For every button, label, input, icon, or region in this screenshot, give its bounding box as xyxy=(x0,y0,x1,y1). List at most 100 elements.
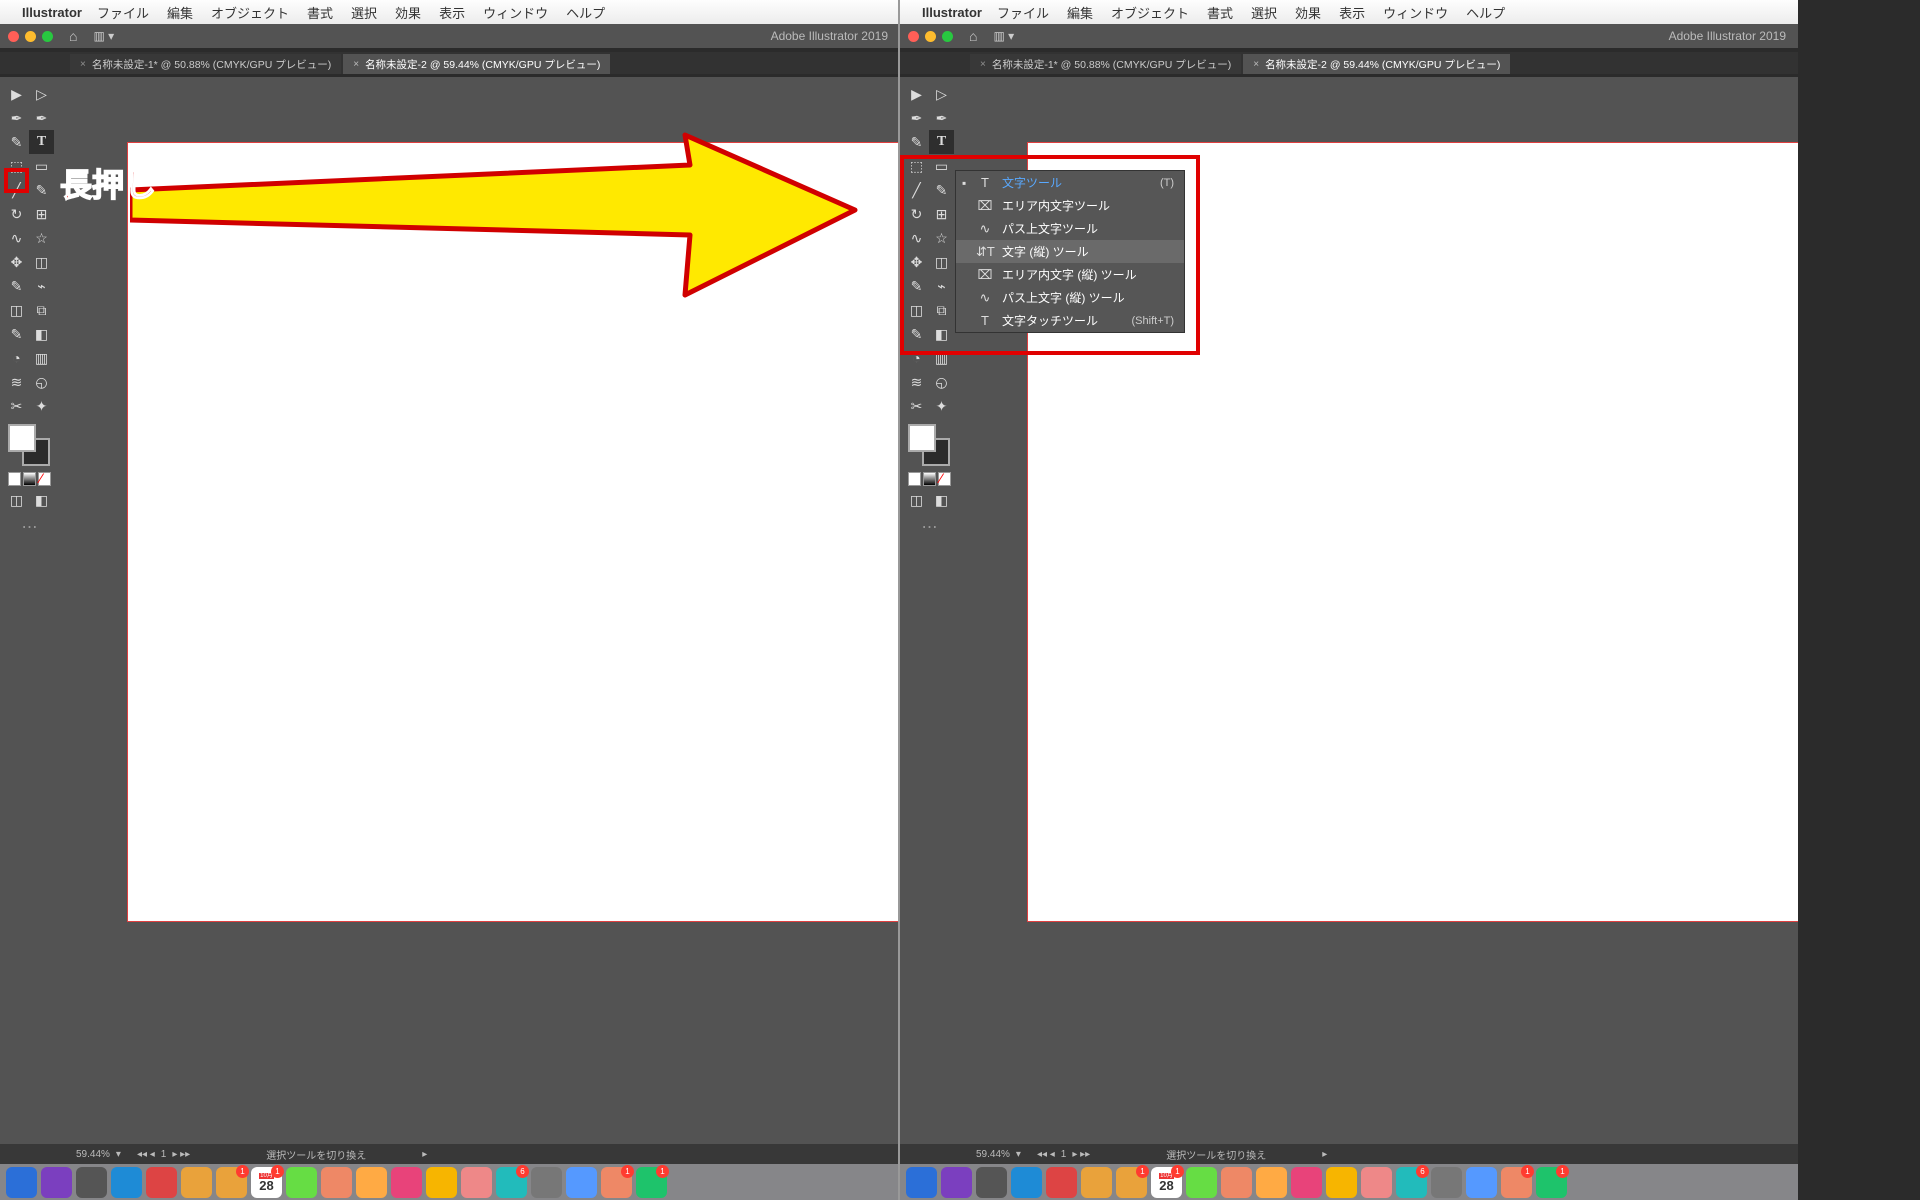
direct-selection-tool[interactable]: ▷ xyxy=(929,82,954,106)
home-icon[interactable]: ⌂ xyxy=(69,28,77,44)
close-tab-icon[interactable]: × xyxy=(1253,59,1259,70)
direct-selection-tool[interactable]: ▷ xyxy=(29,82,54,106)
none-mode[interactable]: ⁄ xyxy=(38,472,51,486)
dock-app-icon[interactable] xyxy=(286,1167,317,1198)
dock-app-icon[interactable] xyxy=(1291,1167,1322,1198)
artboard-number[interactable]: 1 xyxy=(1061,1149,1067,1160)
dock-app-icon[interactable] xyxy=(356,1167,387,1198)
menu-effect[interactable]: 効果 xyxy=(1286,3,1330,22)
color-mode[interactable] xyxy=(8,472,21,486)
dock-app-icon[interactable] xyxy=(461,1167,492,1198)
width-tool[interactable]: ∿ xyxy=(4,226,29,250)
dock-app-icon[interactable] xyxy=(566,1167,597,1198)
blend-tool[interactable]: ⧉ xyxy=(29,298,54,322)
gradient-tool[interactable]: ⌁ xyxy=(29,274,54,298)
selection-tool[interactable]: ▶ xyxy=(4,82,29,106)
dock-app-icon[interactable] xyxy=(1256,1167,1287,1198)
dock-app-icon[interactable]: 6 xyxy=(1396,1167,1427,1198)
hand-tool[interactable]: ≋ xyxy=(4,370,29,394)
document-tab[interactable]: ×名称未設定-1* @ 50.88% (CMYK/GPU プレビュー) xyxy=(970,54,1241,74)
hand-tool[interactable]: ≋ xyxy=(904,370,929,394)
artboard-number[interactable]: 1 xyxy=(161,1149,167,1160)
eyedropper-tool[interactable]: ✂ xyxy=(4,394,29,418)
close-tab-icon[interactable]: × xyxy=(353,59,359,70)
dock-app-icon[interactable]: 10月281 xyxy=(251,1167,282,1198)
scale-tool[interactable]: ⊞ xyxy=(29,202,54,226)
dock-app-icon[interactable] xyxy=(1046,1167,1077,1198)
dock-app-icon[interactable]: 1 xyxy=(216,1167,247,1198)
zoom-level[interactable]: 59.44% xyxy=(976,1149,1010,1160)
rotate-tool[interactable]: ↻ xyxy=(4,202,29,226)
shape-builder-tool[interactable]: ✥ xyxy=(4,250,29,274)
edit-toolbar[interactable]: ⋯ xyxy=(4,512,55,542)
dock-app-icon[interactable] xyxy=(6,1167,37,1198)
dock-app-icon[interactable]: 1 xyxy=(1501,1167,1532,1198)
color-mode[interactable] xyxy=(908,472,921,486)
screen-mode[interactable]: ◫ xyxy=(904,488,929,512)
app-name[interactable]: Illustrator xyxy=(922,5,982,20)
gradient-mode[interactable] xyxy=(923,472,936,486)
zoom-tool[interactable]: ◵ xyxy=(929,370,954,394)
menu-file[interactable]: ファイル xyxy=(988,3,1058,22)
dock-app-icon[interactable]: 1 xyxy=(601,1167,632,1198)
dock-app-icon[interactable] xyxy=(76,1167,107,1198)
pen-tool[interactable]: ✒ xyxy=(4,106,29,130)
fill-stroke-swatch[interactable] xyxy=(908,424,950,466)
window-minimize-button[interactable] xyxy=(25,31,36,42)
menu-edit[interactable]: 編集 xyxy=(1058,3,1102,22)
screen-mode[interactable]: ◫ xyxy=(4,488,29,512)
paintbrush-tool[interactable]: ╱ xyxy=(4,178,29,202)
dock-app-icon[interactable] xyxy=(1326,1167,1357,1198)
type-tool[interactable]: T xyxy=(29,130,54,154)
dock-app-icon[interactable] xyxy=(111,1167,142,1198)
mesh-tool[interactable]: ✎ xyxy=(4,274,29,298)
dock-app-icon[interactable] xyxy=(41,1167,72,1198)
dock-app-icon[interactable] xyxy=(1011,1167,1042,1198)
menu-window[interactable]: ウィンドウ xyxy=(474,3,557,22)
type-tool[interactable]: T xyxy=(929,130,954,154)
screen-mode[interactable]: ◧ xyxy=(929,488,954,512)
document-tab[interactable]: ×名称未設定-2 @ 59.44% (CMYK/GPU プレビュー) xyxy=(1243,54,1510,74)
dock-app-icon[interactable] xyxy=(1361,1167,1392,1198)
dock-app-icon[interactable] xyxy=(906,1167,937,1198)
menu-window[interactable]: ウィンドウ xyxy=(1374,3,1457,22)
window-close-button[interactable] xyxy=(8,31,19,42)
selection-tool[interactable]: ▶ xyxy=(904,82,929,106)
menu-object[interactable]: オブジェクト xyxy=(202,3,298,22)
dock-app-icon[interactable] xyxy=(1221,1167,1252,1198)
dock-app-icon[interactable] xyxy=(321,1167,352,1198)
free-transform-tool[interactable]: ☆ xyxy=(29,226,54,250)
artboard-tool[interactable]: ◔ xyxy=(4,346,29,370)
dock-app-icon[interactable] xyxy=(1466,1167,1497,1198)
menu-view[interactable]: 表示 xyxy=(430,3,474,22)
screen-mode[interactable]: ◧ xyxy=(29,488,54,512)
window-zoom-button[interactable] xyxy=(942,31,953,42)
edit-toolbar[interactable]: ⋯ xyxy=(904,512,955,542)
dock-app-icon[interactable] xyxy=(941,1167,972,1198)
pencil-tool[interactable]: ✎ xyxy=(29,178,54,202)
dock-app-icon[interactable] xyxy=(146,1167,177,1198)
dock-app-icon[interactable]: 10月281 xyxy=(1151,1167,1182,1198)
pen-tool[interactable]: ✒ xyxy=(904,106,929,130)
curvature-tool[interactable]: ✒ xyxy=(929,106,954,130)
close-tab-icon[interactable]: × xyxy=(80,59,86,70)
home-icon[interactable]: ⌂ xyxy=(969,28,977,44)
window-zoom-button[interactable] xyxy=(42,31,53,42)
measure-tool[interactable]: ✦ xyxy=(29,394,54,418)
column-graph-tool[interactable]: ◧ xyxy=(29,322,54,346)
dock-app-icon[interactable]: 1 xyxy=(1116,1167,1147,1198)
dock-app-icon[interactable] xyxy=(1431,1167,1462,1198)
menu-help[interactable]: ヘルプ xyxy=(1457,3,1514,22)
close-tab-icon[interactable]: × xyxy=(980,59,986,70)
rectangle-tool[interactable]: ⬚ xyxy=(4,154,29,178)
dock-app-icon[interactable]: 6 xyxy=(496,1167,527,1198)
gradient-mode[interactable] xyxy=(23,472,36,486)
dock-app-icon[interactable] xyxy=(391,1167,422,1198)
measure-tool[interactable]: ✦ xyxy=(929,394,954,418)
dock-app-icon[interactable]: 1 xyxy=(1536,1167,1567,1198)
app-name[interactable]: Illustrator xyxy=(22,5,82,20)
document-tab[interactable]: ×名称未設定-2 @ 59.44% (CMYK/GPU プレビュー) xyxy=(343,54,610,74)
pencil-tool[interactable]: ✎ xyxy=(904,130,929,154)
dock-app-icon[interactable]: 1 xyxy=(636,1167,667,1198)
menu-select[interactable]: 選択 xyxy=(342,3,386,22)
